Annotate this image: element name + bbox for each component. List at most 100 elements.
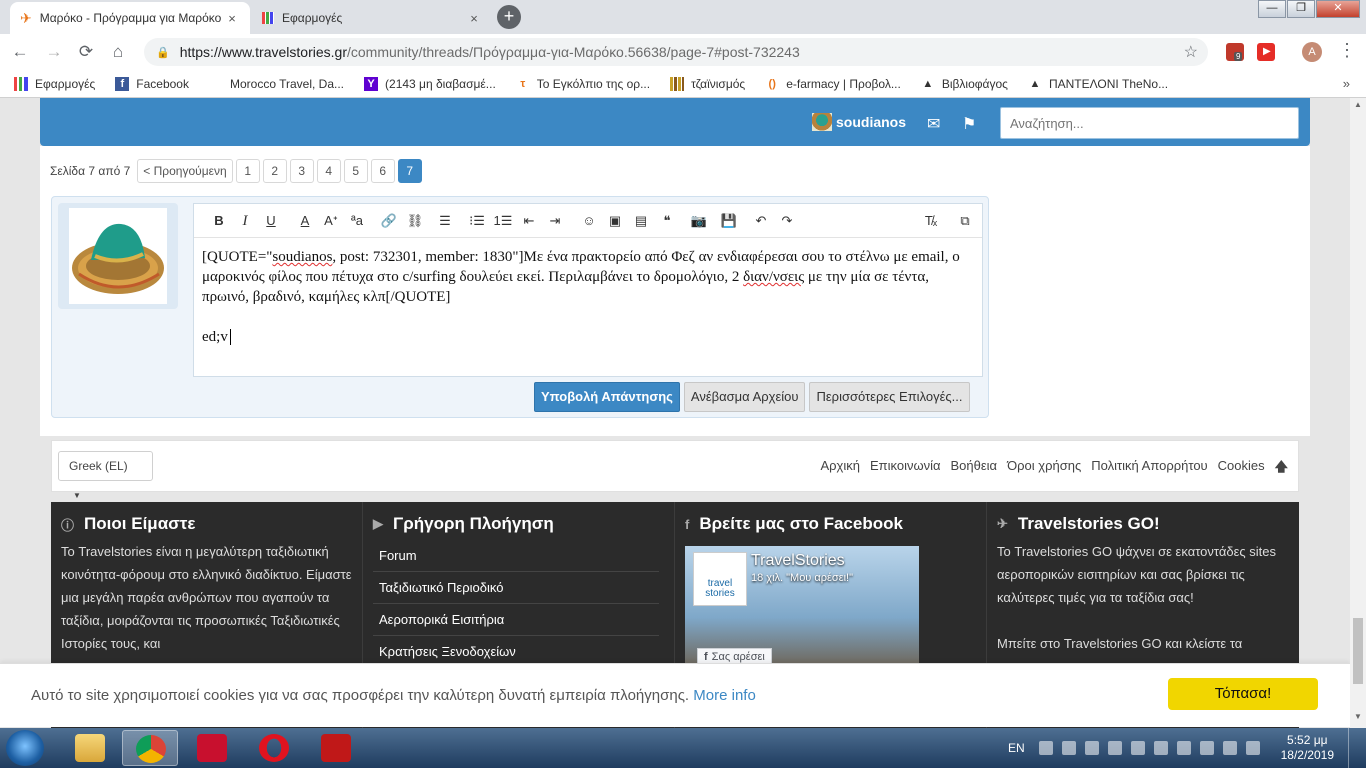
media-icon[interactable]: ▤ [628,210,654,232]
bookmark-item[interactable]: Εφαρμογές [14,76,95,91]
font-family-icon[interactable]: ªa [344,210,370,232]
start-button[interactable] [6,730,44,766]
footer-link-privacy[interactable]: Πολιτική Απορρήτου [1091,458,1207,480]
undo-icon[interactable]: ↶ [748,210,774,232]
youtube-extension-icon[interactable]: ▶ [1257,43,1275,61]
mcafee-task[interactable] [308,730,364,766]
bookmarks-overflow-icon[interactable]: » [1343,76,1350,91]
message-editor[interactable]: B I U A Aᐩ ªa 🔗 ⛓ ☰ ⁝☰ 1☰ ⇤ ⇥ ☺ ▣ ▤ ❝ 📷 … [193,203,983,377]
bookmark-item[interactable]: τζαϊνισμός [670,76,745,91]
quicknav-item[interactable]: Αεροπορικά Εισιτήρια [373,604,659,636]
alerts-flag-icon[interactable]: ⚑ [962,114,976,134]
bookmark-item[interactable]: ▲ ΠΑΝΤΕΛΟΝΙ TheNo... [1028,77,1169,91]
tab-morocco[interactable]: ✈ Μαρόκο - Πρόγραμμα για Μαρόκο × [10,2,250,34]
footer-link-home[interactable]: Αρχική [820,458,860,480]
font-size-icon[interactable]: Aᐩ [318,210,344,232]
bookmark-star-icon[interactable]: ☆ [1184,42,1198,62]
editor-content[interactable]: [QUOTE="soudianos, post: 732301, member:… [194,238,982,356]
underline-icon[interactable]: U [258,210,284,232]
address-bar[interactable]: 🔒 https://www.travelstories.gr/community… [144,38,1208,66]
network-icon[interactable] [1222,741,1237,755]
minimize-button[interactable]: — [1258,0,1286,18]
bookmark-item[interactable]: f Facebook [115,76,189,91]
page-link[interactable]: 5 [343,159,368,183]
quicknav-item[interactable]: Forum [373,540,659,572]
close-tab-icon[interactable]: × [466,11,482,26]
flag-icon[interactable] [1199,741,1214,755]
toggle-bbcode-icon[interactable]: ⧉ [952,210,978,232]
reload-button[interactable]: ⟳ [74,40,98,64]
redo-icon[interactable]: ↷ [774,210,800,232]
arrow-up-icon[interactable]: 🡅 [1275,458,1288,480]
facebook-page-name[interactable]: TravelStories [751,552,845,570]
smilie-icon[interactable]: ☺ [576,210,602,232]
show-desktop-button[interactable] [1348,728,1358,768]
remove-format-icon[interactable]: T̸ₓ [918,210,944,232]
bookmark-item[interactable]: Y (2143 μη διαβασμέ... [364,76,496,91]
footer-link-help[interactable]: Βοήθεια [951,458,998,480]
text-color-icon[interactable]: A [292,210,318,232]
tab-apps[interactable]: Εφαρμογές × [252,2,492,34]
quote-icon[interactable]: ❝ [654,210,680,232]
camera-icon[interactable]: 📷 [686,210,712,232]
more-options-button[interactable]: Περισσότερες Επιλογές... [809,382,970,412]
bullet-list-icon[interactable]: ⁝☰ [464,210,490,232]
footer-link-terms[interactable]: Όροι χρήσης [1007,458,1081,480]
page-link[interactable]: 1 [235,159,260,183]
save-draft-icon[interactable]: 💾 [716,210,742,232]
home-button[interactable]: ⌂ [106,40,130,64]
language-selector[interactable]: Greek (EL) ▼ [58,451,153,500]
tray-app-icon[interactable] [1130,741,1145,755]
zynga-task[interactable] [184,730,240,766]
forward-button[interactable]: → [42,40,66,64]
bold-icon[interactable]: B [206,210,232,232]
page-link[interactable]: 6 [370,159,395,183]
opera-task[interactable] [246,730,302,766]
page-scrollbar[interactable]: ▲ ▼ [1350,98,1366,728]
more-info-link[interactable]: More info [693,687,756,704]
upload-file-button[interactable]: Ανέβασμα Αρχείου [683,382,806,412]
page-link[interactable]: 4 [316,159,341,183]
image-icon[interactable]: ▣ [602,210,628,232]
tray-app-icon[interactable] [1038,741,1053,755]
indent-icon[interactable]: ⇥ [542,210,568,232]
page-link[interactable]: 2 [262,159,287,183]
unlink-icon[interactable]: ⛓ [402,210,428,232]
current-page[interactable]: 7 [397,159,422,183]
cookie-accept-button[interactable]: Τόπασα! [1168,678,1318,710]
chrome-task[interactable] [122,730,178,766]
scrollbar-thumb[interactable] [1353,618,1363,684]
mcafee-tray-icon[interactable] [1245,741,1260,755]
outdent-icon[interactable]: ⇤ [516,210,542,232]
user-menu[interactable]: soudianos [812,113,906,131]
footer-link-cookies[interactable]: Cookies [1218,458,1265,480]
back-button[interactable]: ← [8,40,32,64]
page-link[interactable]: 3 [289,159,314,183]
numbered-list-icon[interactable]: 1☰ [490,210,516,232]
facebook-page-widget[interactable]: travel stories TravelStories 18 χιλ. "Μο… [685,546,919,676]
footer-link-contact[interactable]: Επικοινωνία [870,458,941,480]
tray-app-icon[interactable] [1153,741,1168,755]
browser-menu-icon[interactable]: ⋮ [1338,40,1356,61]
search-input[interactable] [1000,107,1299,139]
maximize-button[interactable]: ❐ [1287,0,1315,18]
link-icon[interactable]: 🔗 [376,210,402,232]
tray-app-icon[interactable] [1084,741,1099,755]
bookmark-item[interactable]: τ Το Εγκόλπιο της ορ... [516,77,650,91]
scroll-up-icon[interactable]: ▲ [1350,100,1366,109]
bookmark-item[interactable]: Morocco Travel, Da... [209,77,344,91]
tray-app-icon[interactable] [1107,741,1122,755]
close-window-button[interactable]: ✕ [1316,0,1360,18]
explorer-task[interactable] [62,730,118,766]
scroll-down-icon[interactable]: ▼ [1350,712,1366,721]
submit-reply-button[interactable]: Υποβολή Απάντησης [534,382,680,412]
align-icon[interactable]: ☰ [432,210,458,232]
inbox-icon[interactable]: ✉ [927,114,940,134]
prev-page-button[interactable]: < Προηγούμενη [137,159,233,183]
italic-icon[interactable]: I [232,210,258,232]
close-tab-icon[interactable]: × [224,11,240,26]
bookmark-item[interactable]: ▲ Βιβλιοφάγος [921,77,1008,91]
new-tab-button[interactable]: + [497,5,521,29]
input-language[interactable]: EN [1008,741,1025,755]
profile-avatar[interactable]: A [1302,42,1322,62]
